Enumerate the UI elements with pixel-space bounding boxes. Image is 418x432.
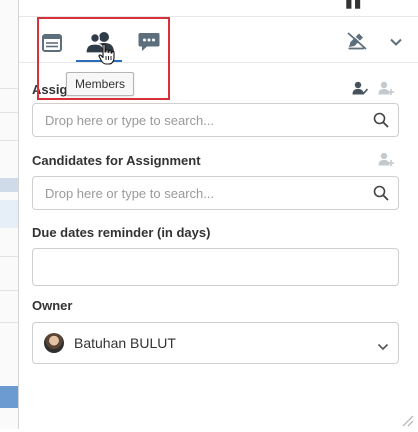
avatar [44, 333, 64, 353]
owner-select[interactable]: Batuhan BULUT [32, 322, 399, 364]
add-user-icon [378, 81, 394, 95]
collapse-button[interactable] [386, 33, 406, 51]
divider [19, 16, 418, 17]
panel-border [18, 0, 19, 429]
hand-cursor-icon [98, 43, 116, 70]
add-candidate-button[interactable] [378, 152, 394, 171]
background-row [0, 386, 18, 408]
chevron-down-icon [390, 38, 402, 46]
tab-comments[interactable] [136, 30, 162, 54]
tab-details[interactable] [40, 31, 64, 55]
background-row [0, 178, 18, 192]
search-icon[interactable] [373, 112, 389, 133]
candidates-search-input[interactable] [45, 177, 365, 209]
assignees-search-input[interactable] [45, 104, 365, 136]
pen-slash-icon [347, 31, 368, 50]
toggle-edit-button[interactable] [345, 30, 369, 52]
divider [0, 140, 18, 141]
divider [0, 256, 18, 257]
assign-to-me-button[interactable] [352, 81, 369, 100]
comment-icon [138, 33, 160, 51]
top-decoration: ▮▮ [345, 0, 363, 10]
candidates-label: Candidates for Assignment [32, 153, 201, 168]
due-dates-input[interactable] [45, 249, 365, 285]
background-row [0, 200, 18, 228]
assignees-label: Assig [32, 82, 68, 97]
divider [0, 112, 18, 113]
owner-name: Batuhan BULUT [74, 335, 176, 351]
search-icon[interactable] [373, 185, 389, 206]
resize-handle-icon[interactable] [400, 413, 414, 432]
divider [0, 88, 18, 89]
chevron-down-icon[interactable] [377, 338, 389, 356]
divider [0, 322, 18, 323]
owner-label: Owner [32, 298, 73, 313]
add-assignee-button[interactable] [378, 81, 394, 100]
due-dates-label: Due dates reminder (in days) [32, 225, 211, 240]
list-details-icon [42, 34, 62, 52]
assignees-field[interactable] [32, 103, 399, 137]
members-tooltip: Members [66, 72, 134, 96]
add-user-icon [378, 152, 394, 166]
tabs-divider [19, 62, 418, 63]
due-dates-field[interactable] [32, 248, 399, 286]
assign-to-me-icon [352, 81, 369, 95]
divider [0, 290, 18, 291]
candidates-field[interactable] [32, 176, 399, 210]
